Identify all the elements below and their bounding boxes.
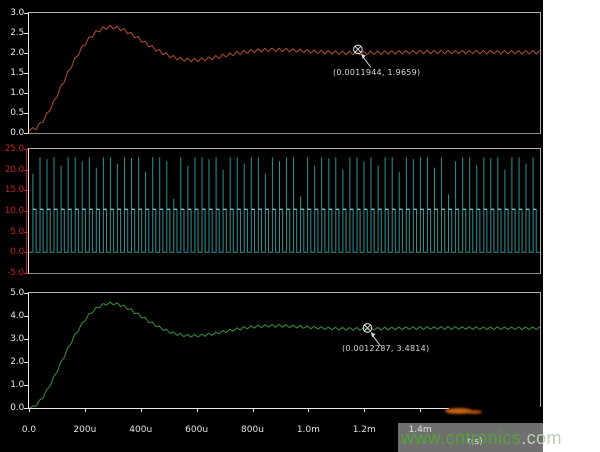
x-tick-mark bbox=[308, 408, 309, 412]
x-tick-label: 1.0m bbox=[290, 425, 326, 435]
x-tick-mark bbox=[29, 408, 30, 412]
y-tick-mark bbox=[24, 13, 28, 14]
y-tick-label: 10.0 bbox=[1, 206, 24, 216]
y-tick-mark bbox=[24, 53, 28, 54]
x-tick-mark bbox=[141, 408, 142, 412]
y-tick-mark bbox=[24, 252, 28, 253]
y-tick-label: 2.5 bbox=[1, 28, 24, 38]
y-tick-mark bbox=[24, 316, 28, 317]
x-tick-mark bbox=[253, 408, 254, 412]
y-tick-label: 2.0 bbox=[1, 48, 24, 58]
y-tick-mark bbox=[24, 133, 28, 134]
watermark-main-text: www.cntronics bbox=[401, 428, 521, 448]
y-tick-label: 2.0 bbox=[1, 357, 24, 367]
y-tick-label: 3.0 bbox=[1, 8, 24, 18]
y-tick-mark bbox=[24, 362, 28, 363]
cursor-marker-icon[interactable] bbox=[363, 324, 380, 346]
x-tick-label: 600u bbox=[179, 425, 215, 435]
y-tick-label: 0.0 bbox=[1, 247, 24, 257]
y-tick-mark bbox=[24, 211, 28, 212]
y-tick-label: 20.0 bbox=[1, 165, 24, 175]
waveform-viewer-screen: (0.0011944, 1.9659) (0.0012287, 3.4814) … bbox=[0, 0, 543, 452]
y-tick-label: 1.0 bbox=[1, 88, 24, 98]
x-tick-mark bbox=[420, 408, 421, 412]
y-tick-mark bbox=[24, 73, 28, 74]
y-tick-label: 1.0 bbox=[1, 380, 24, 390]
y-tick-label: -5.0 bbox=[1, 268, 24, 278]
y-tick-mark bbox=[24, 33, 28, 34]
cursor-marker-icon[interactable] bbox=[354, 45, 371, 67]
y-tick-mark bbox=[24, 408, 28, 409]
y-tick-label: 3.0 bbox=[1, 334, 24, 344]
y-tick-label: 1.5 bbox=[1, 68, 24, 78]
watermark-suffix-text: .com bbox=[521, 428, 562, 448]
y-tick-mark bbox=[24, 273, 28, 274]
y-tick-label: 0.0 bbox=[1, 128, 24, 138]
axis-orange-smudge-small bbox=[467, 410, 482, 414]
y-tick-label: 25.0 bbox=[1, 144, 24, 154]
y-tick-label: 4.0 bbox=[1, 311, 24, 321]
y-tick-mark bbox=[24, 113, 28, 114]
x-tick-mark bbox=[85, 408, 86, 412]
y-tick-label: 5.0 bbox=[1, 288, 24, 298]
x-tick-label: 0.0 bbox=[11, 425, 47, 435]
y-tick-mark bbox=[24, 293, 28, 294]
waveform-plot-top[interactable] bbox=[28, 12, 541, 134]
x-tick-label: 800u bbox=[235, 425, 271, 435]
x-tick-label: 1.2m bbox=[346, 425, 382, 435]
cursor-readout-1: (0.0011944, 1.9659) bbox=[333, 68, 420, 77]
waveform-plot-middle[interactable] bbox=[28, 148, 541, 274]
x-tick-label: 200u bbox=[67, 425, 103, 435]
y-tick-mark bbox=[24, 190, 28, 191]
y-tick-label: 15.0 bbox=[1, 185, 24, 195]
watermark: www.cntronics.com bbox=[401, 428, 562, 449]
cursor-readout-2: (0.0012287, 3.4814) bbox=[342, 344, 429, 353]
y-tick-label: 5.0 bbox=[1, 227, 24, 237]
y-tick-label: 0.0 bbox=[1, 403, 24, 413]
x-tick-label: 400u bbox=[123, 425, 159, 435]
x-tick-mark bbox=[197, 408, 198, 412]
y-tick-label: 0.5 bbox=[1, 108, 24, 118]
y-tick-mark bbox=[24, 385, 28, 386]
y-tick-mark bbox=[24, 339, 28, 340]
y-tick-mark bbox=[24, 232, 28, 233]
y-tick-mark bbox=[24, 170, 28, 171]
y-tick-mark bbox=[24, 93, 28, 94]
x-tick-mark bbox=[364, 408, 365, 412]
waveform-plot-bottom[interactable] bbox=[28, 292, 541, 409]
y-tick-mark bbox=[24, 149, 28, 150]
